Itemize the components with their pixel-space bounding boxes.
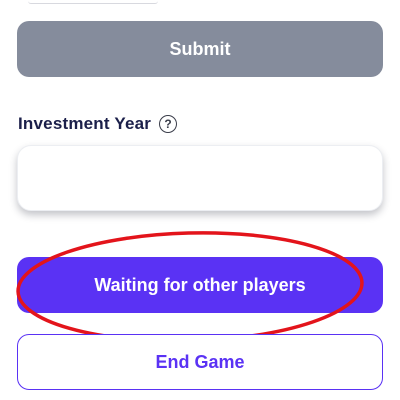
submit-button-label: Submit — [169, 38, 231, 59]
waiting-button-label: Waiting for other players — [94, 274, 306, 295]
help-glyph: ? — [164, 117, 172, 131]
previous-field-edge — [28, 0, 158, 4]
question-circle-icon[interactable]: ? — [159, 115, 178, 133]
investment-year-input[interactable] — [17, 145, 383, 211]
end-game-button[interactable]: End Game — [17, 334, 383, 390]
game-form-screen: Submit Investment Year ? Waiting for oth… — [0, 0, 400, 400]
waiting-for-players-button[interactable]: Waiting for other players — [17, 257, 383, 313]
end-game-button-label: End Game — [155, 351, 245, 372]
investment-year-label: Investment Year — [18, 114, 152, 133]
investment-year-label-row: Investment Year ? — [18, 112, 178, 136]
submit-button[interactable]: Submit — [17, 21, 383, 77]
